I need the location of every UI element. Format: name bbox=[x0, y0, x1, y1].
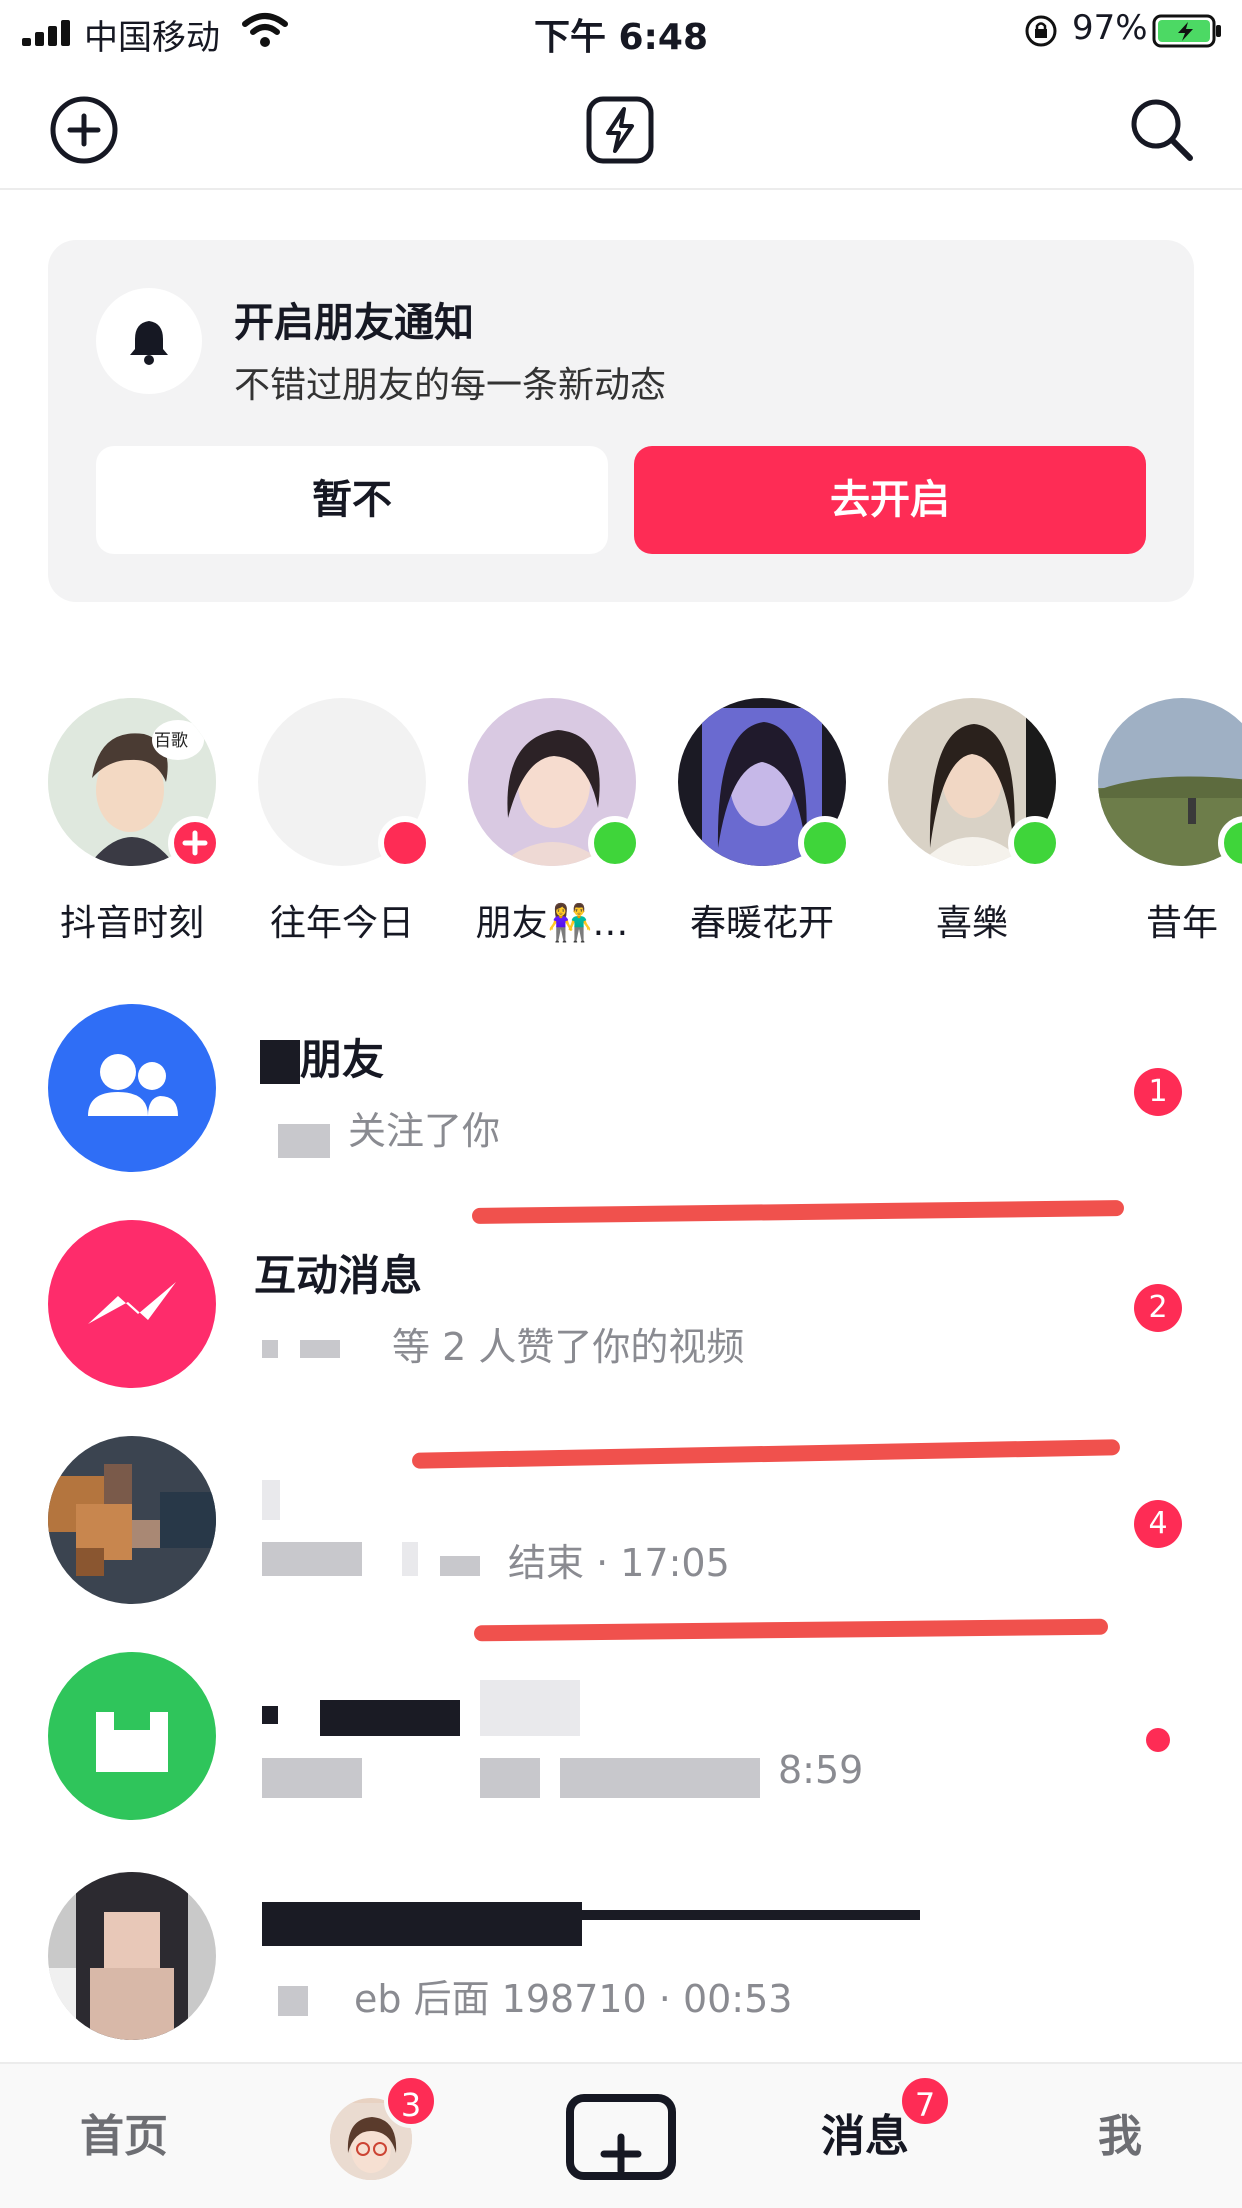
message-row-interactions[interactable]: 互动消息 等 2 人赞了你的视频 2 bbox=[0, 1220, 1242, 1420]
unread-badge: 4 bbox=[1134, 1500, 1182, 1548]
notice-title: 开启朋友通知 bbox=[234, 300, 474, 346]
interactions-avatar bbox=[48, 1220, 216, 1388]
online-status-icon bbox=[798, 816, 852, 870]
app-icon bbox=[96, 1712, 168, 1772]
online-status-icon bbox=[588, 816, 642, 870]
friends-icon bbox=[88, 1054, 178, 1116]
redaction bbox=[262, 1542, 362, 1576]
redaction bbox=[262, 1902, 582, 1946]
bottom-tab-bar: 首页 3 消息 7 我 bbox=[0, 2062, 1242, 2208]
online-status-icon bbox=[1008, 816, 1062, 870]
top-nav bbox=[0, 66, 1242, 190]
unread-dot bbox=[1146, 1728, 1170, 1752]
story-item[interactable]: 百歌 抖音时刻 bbox=[48, 698, 258, 948]
message-row[interactable]: 8:59 bbox=[0, 1652, 1242, 1852]
tab-home[interactable]: 首页 bbox=[54, 2064, 194, 2208]
message-preview: 结束 · 17:05 bbox=[508, 1541, 730, 1585]
story-label: 朋友👫… bbox=[475, 903, 629, 944]
search-icon[interactable] bbox=[1126, 94, 1198, 166]
tab-friends[interactable]: 3 bbox=[330, 2064, 438, 2208]
story-item[interactable]: 往年今日 bbox=[258, 698, 468, 948]
battery-icon bbox=[1152, 14, 1221, 48]
friend-stories-row: 百歌 抖音时刻 往年今日 朋友👫… 春暖花开 喜樂 昔年 bbox=[0, 698, 1242, 948]
user-avatar bbox=[48, 1652, 216, 1820]
bell-icon bbox=[130, 321, 168, 365]
story-item[interactable]: 朋友👫… bbox=[468, 698, 678, 948]
plus-icon bbox=[566, 2094, 676, 2180]
redaction bbox=[660, 1758, 760, 1798]
lightning-icon[interactable] bbox=[584, 94, 656, 166]
message-row-new-friends[interactable]: 朋友 关注了你 1 bbox=[0, 1004, 1242, 1204]
redaction bbox=[278, 1986, 308, 2016]
message-row[interactable]: eb 后面 198710 · 00:53 bbox=[0, 1872, 1242, 2072]
friend-notification-card: 开启朋友通知 不错过朋友的每一条新动态 暂不 去开启 bbox=[48, 240, 1194, 602]
story-avatar-tag: 百歌 bbox=[154, 731, 188, 751]
redaction bbox=[582, 1910, 920, 1920]
messenger-icon bbox=[88, 1282, 176, 1324]
rotation-lock-icon bbox=[1025, 15, 1057, 47]
unread-badge: 1 bbox=[1134, 1068, 1182, 1116]
create-button[interactable] bbox=[566, 2064, 676, 2208]
friends-tab-badge: 3 bbox=[384, 2074, 438, 2128]
tab-me[interactable]: 我 bbox=[1090, 2064, 1150, 2208]
messages-tab-badge: 7 bbox=[898, 2074, 952, 2128]
notice-subtitle: 不错过朋友的每一条新动态 bbox=[234, 365, 667, 406]
redaction bbox=[262, 1758, 362, 1798]
redaction bbox=[260, 1040, 300, 1084]
redaction bbox=[480, 1758, 540, 1798]
redaction bbox=[320, 1700, 460, 1736]
redaction bbox=[262, 1480, 280, 1520]
tab-messages[interactable]: 消息 7 bbox=[810, 2064, 952, 2208]
story-item[interactable]: 喜樂 bbox=[888, 698, 1098, 948]
not-now-button[interactable]: 暂不 bbox=[96, 446, 608, 554]
message-name: 朋友 bbox=[300, 1035, 385, 1084]
story-item[interactable]: 昔年 bbox=[1098, 698, 1242, 948]
story-label: 喜樂 bbox=[935, 903, 1008, 944]
redaction bbox=[440, 1556, 480, 1576]
story-label: 往年今日 bbox=[269, 903, 414, 944]
redaction bbox=[402, 1542, 418, 1576]
message-name: 互动消息 bbox=[254, 1251, 423, 1300]
add-circle-icon[interactable] bbox=[48, 94, 120, 166]
message-preview: eb 后面 198710 · 00:53 bbox=[354, 1977, 793, 2021]
redaction bbox=[262, 1340, 278, 1358]
redaction bbox=[278, 1124, 330, 1158]
status-bar: 中国移动 下午 6:48 97% bbox=[0, 0, 1242, 66]
enable-notification-button[interactable]: 去开启 bbox=[634, 446, 1146, 554]
story-label: 昔年 bbox=[1145, 903, 1218, 944]
unread-badge: 2 bbox=[1134, 1284, 1182, 1332]
message-preview: 等 2 人赞了你的视频 bbox=[392, 1325, 745, 1369]
story-label: 春暖花开 bbox=[689, 903, 834, 944]
user-avatar bbox=[48, 1872, 216, 2040]
redaction bbox=[300, 1340, 340, 1358]
message-row[interactable]: 结束 · 17:05 4 bbox=[0, 1436, 1242, 1636]
battery-percent: 97% bbox=[1072, 8, 1148, 48]
redaction bbox=[262, 1706, 278, 1724]
story-item[interactable]: 春暖花开 bbox=[678, 698, 888, 948]
message-preview: 8:59 bbox=[778, 1748, 864, 1792]
redaction bbox=[480, 1680, 580, 1736]
message-preview: 关注了你 bbox=[348, 1109, 501, 1153]
tab-messages-label: 消息 bbox=[821, 2111, 909, 2162]
user-avatar bbox=[48, 1436, 216, 1604]
bell-icon-circle bbox=[96, 288, 202, 394]
add-story-icon bbox=[168, 816, 222, 870]
story-label: 抖音时刻 bbox=[59, 903, 204, 944]
new-dot-icon bbox=[378, 816, 432, 870]
friends-avatar bbox=[48, 1004, 216, 1172]
